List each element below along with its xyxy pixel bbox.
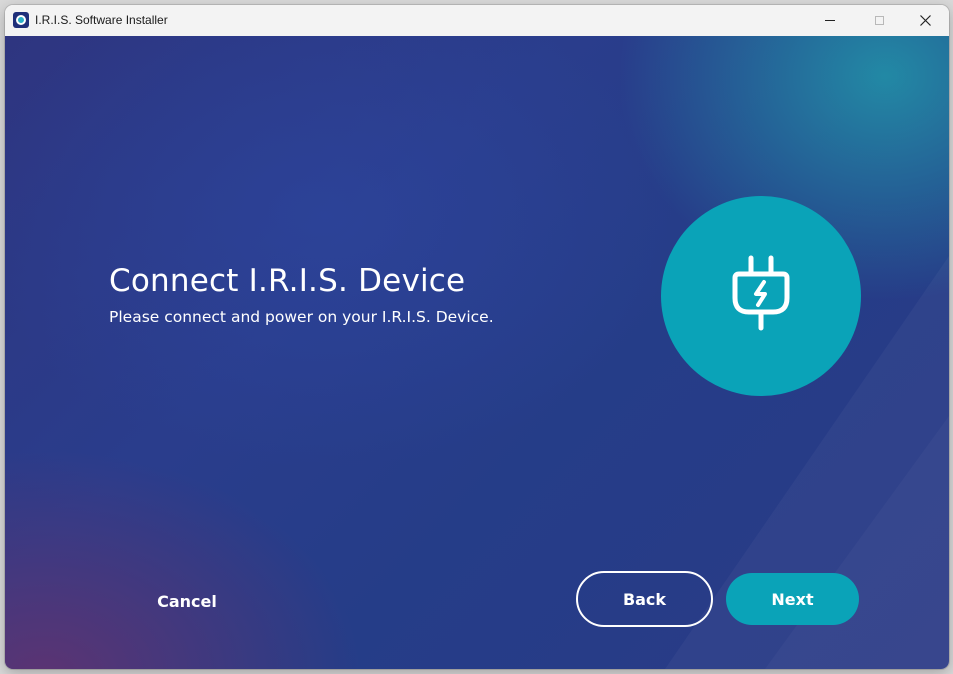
page-title: Connect I.R.I.S. Device — [109, 263, 466, 299]
app-icon — [13, 12, 29, 28]
back-button[interactable]: Back — [576, 571, 713, 627]
close-icon — [919, 15, 931, 26]
maximize-button[interactable] — [856, 5, 902, 36]
app-icon-mark — [16, 15, 26, 25]
minimize-icon — [825, 20, 835, 21]
maximize-icon — [874, 16, 884, 25]
cancel-button[interactable]: Cancel — [125, 586, 249, 616]
window-title: I.R.I.S. Software Installer — [35, 13, 168, 27]
title-bar: I.R.I.S. Software Installer — [5, 5, 949, 36]
installer-content: Connect I.R.I.S. Device Please connect a… — [5, 36, 949, 669]
plug-icon-circle — [661, 196, 861, 396]
installer-window: I.R.I.S. Software Installer Connect I.R.… — [5, 5, 949, 669]
next-button[interactable]: Next — [726, 573, 859, 625]
minimize-button[interactable] — [807, 5, 853, 36]
close-button[interactable] — [902, 5, 948, 36]
plug-icon — [732, 255, 790, 331]
page-subtitle: Please connect and power on your I.R.I.S… — [109, 308, 494, 326]
